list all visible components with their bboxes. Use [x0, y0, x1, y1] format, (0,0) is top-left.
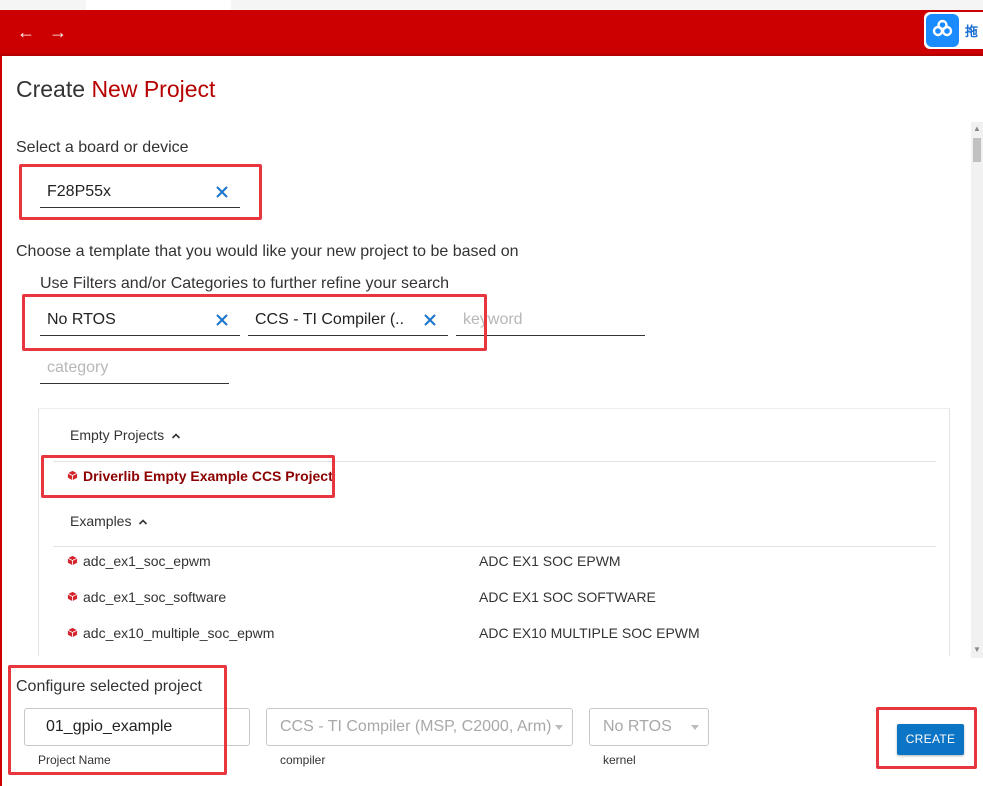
toolbar: ← → 拖: [0, 10, 983, 56]
create-project-window: ← → 拖 Create New Project Select a board …: [0, 0, 983, 786]
category-input[interactable]: category: [40, 352, 229, 384]
item-name: adc_ex1_soc_software: [83, 589, 227, 605]
empty-projects-label: Empty Projects: [70, 427, 165, 443]
browser-tab[interactable]: [86, 0, 231, 10]
create-button[interactable]: CREATE: [897, 724, 964, 755]
compiler-label: compiler: [280, 753, 326, 767]
scroll-up-icon[interactable]: ▲: [972, 124, 982, 134]
examples-label: Examples: [70, 513, 132, 529]
item-name: adc_ex1_soc_epwm: [83, 553, 211, 569]
clear-board-icon[interactable]: [214, 184, 230, 200]
compiler-select-value: CCS - TI Compiler (MSP, C2000, Arm): [280, 718, 552, 735]
chevron-up-icon: [171, 433, 181, 439]
configure-label: Configure selected project: [16, 678, 202, 695]
frame-border: [0, 56, 2, 786]
template-list: Empty Projects Driverlib Empty Example C…: [38, 408, 950, 656]
category-placeholder: category: [47, 359, 109, 376]
list-item[interactable]: adc_ex1_soc_epwm ADC EX1 SOC EPWM: [53, 544, 936, 580]
examples-group[interactable]: Examples: [70, 513, 148, 529]
clear-rtos-icon[interactable]: [214, 312, 230, 328]
template-label: Choose a template that you would like yo…: [16, 243, 519, 260]
board-label: Select a board or device: [16, 139, 189, 156]
extension-badge[interactable]: 拖: [924, 12, 983, 49]
item-description: ADC EX10 MULTIPLE SOC EPWM: [479, 625, 700, 641]
cloud-icon: [926, 14, 959, 47]
compiler-filter-value: CCS - TI Compiler (...: [255, 311, 405, 328]
kernel-select[interactable]: No RTOS: [589, 708, 709, 746]
board-value: F28P55x: [47, 183, 112, 200]
item-description: ADC EX1 SOC SOFTWARE: [479, 589, 656, 605]
item-name: Driverlib Empty Example CCS Project: [83, 468, 333, 484]
scrollbar-thumb[interactable]: [973, 138, 981, 162]
dropdown-caret-icon: [691, 725, 699, 730]
item-name: adc_ex10_multiple_soc_epwm: [83, 625, 275, 641]
keyword-input[interactable]: keyword: [456, 304, 645, 336]
back-arrow-icon[interactable]: ←: [15, 21, 37, 43]
scrollbar[interactable]: [971, 122, 983, 658]
chevron-up-icon: [139, 519, 148, 525]
page-title-accent: New Project: [91, 76, 216, 102]
cube-icon: [67, 555, 78, 566]
cube-icon: [67, 627, 78, 638]
project-name-label: Project Name: [38, 753, 111, 767]
item-description: ADC EX1 SOC EPWM: [479, 553, 621, 569]
forward-arrow-icon[interactable]: →: [47, 21, 69, 43]
project-name-input[interactable]: 01_gpio_example: [24, 708, 250, 746]
compiler-select[interactable]: CCS - TI Compiler (MSP, C2000, Arm): [266, 708, 573, 746]
empty-projects-group[interactable]: Empty Projects: [70, 427, 181, 443]
list-item[interactable]: adc_ex1_soc_software ADC EX1 SOC SOFTWAR…: [53, 580, 936, 616]
extension-label: 拖: [965, 24, 979, 39]
page-title: Create New Project: [16, 76, 215, 103]
board-input[interactable]: F28P55x: [40, 176, 240, 208]
page-title-prefix: Create: [16, 76, 86, 102]
list-item[interactable]: adc_ex10_multiple_soc_epwm ADC EX10 MULT…: [53, 616, 936, 652]
keyword-placeholder: keyword: [463, 311, 523, 328]
rtos-filter-value: No RTOS: [47, 311, 116, 328]
kernel-select-value: No RTOS: [603, 718, 672, 735]
clear-compiler-icon[interactable]: [422, 312, 438, 328]
rtos-filter[interactable]: No RTOS: [40, 304, 240, 336]
kernel-label: kernel: [603, 753, 636, 767]
cube-icon: [67, 470, 78, 481]
cube-icon: [67, 591, 78, 602]
filter-hint: Use Filters and/or Categories to further…: [40, 275, 450, 292]
list-item-driverlib-empty[interactable]: Driverlib Empty Example CCS Project: [53, 459, 936, 495]
compiler-filter[interactable]: CCS - TI Compiler (...: [248, 304, 448, 336]
project-name-value: 01_gpio_example: [46, 718, 173, 735]
scroll-down-icon[interactable]: ▼: [972, 645, 982, 655]
dropdown-caret-icon: [555, 725, 563, 730]
